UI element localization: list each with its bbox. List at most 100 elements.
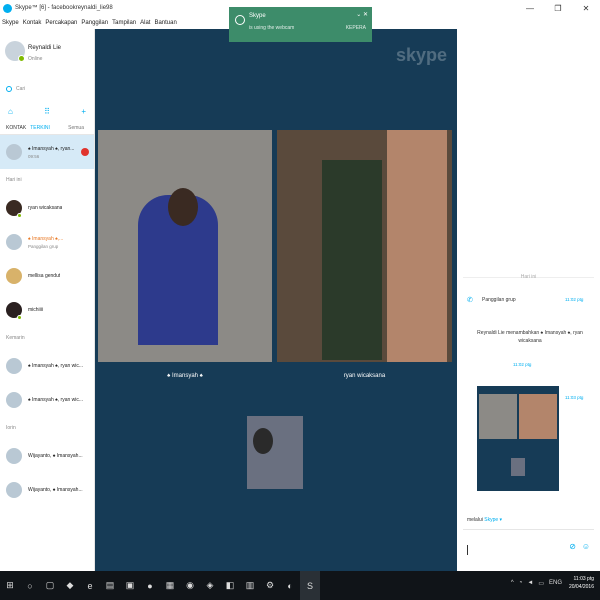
edge-icon[interactable]: e	[80, 571, 100, 600]
profile[interactable]: Reynaldi Lie Online	[0, 29, 94, 77]
avatar	[6, 482, 22, 498]
network-icon[interactable]: ◔	[519, 580, 523, 587]
search-bar[interactable]: Cari	[0, 77, 94, 101]
video-call-area: skype ♠ Imansyah ♠ ryan wicaksana	[95, 29, 457, 571]
phone-icon: ✆	[467, 297, 473, 304]
menu-tools[interactable]: Alat	[140, 20, 150, 26]
webcam-notification[interactable]: Skype is using the webcam KEPERA ⌄ ✕	[229, 7, 372, 42]
avatar	[6, 144, 22, 160]
language-indicator[interactable]: ENG	[549, 580, 562, 587]
online-status-icon	[17, 213, 22, 218]
tab-contacts[interactable]: KONTAK	[6, 125, 26, 131]
battery-icon[interactable]: ▭	[538, 580, 544, 587]
participant-name-2: ryan wicaksana	[343, 373, 386, 379]
app-icon[interactable]: ◆	[60, 571, 80, 600]
skype-icon	[235, 15, 245, 25]
system-message: Reynaldi Lie menambahkan ♠ Imansyah ♠, r…	[477, 330, 583, 344]
search-icon	[6, 86, 12, 92]
app-icon[interactable]: ◈	[200, 571, 220, 600]
section-yesterday: Kemarin	[6, 335, 25, 341]
sidebar: Reynaldi Lie Online Cari ⌂ ⠿ + KONTAK TE…	[0, 29, 95, 571]
notification-right: KEPERA	[345, 25, 366, 31]
dialpad-icon[interactable]: ⠿	[44, 107, 50, 116]
store-icon[interactable]: ▣	[120, 571, 140, 600]
avatar	[6, 392, 22, 408]
via-skype-dropdown[interactable]: Skype ▾	[484, 517, 502, 523]
menu-help[interactable]: Bantuan	[154, 20, 176, 26]
search-icon[interactable]: ○	[20, 571, 40, 600]
notification-title: Skype	[249, 13, 266, 19]
menu-view[interactable]: Tampilan	[112, 20, 136, 26]
avatar	[6, 358, 22, 374]
list-item[interactable]: ♠ Imansyah ♠,... Panggilan grup	[0, 225, 94, 259]
taskbar: ⊞ ○ ▢ ◆ e ▤ ▣ ● ▦ ◉ ◈ ◧ ▥ ⚙ ◐ S ^ ◔ ◄ ▭ …	[0, 571, 600, 600]
list-item[interactable]: michiiii	[0, 293, 94, 327]
close-icon[interactable]: ✕	[572, 0, 600, 16]
avatar	[6, 268, 22, 284]
skype-logo-icon	[3, 3, 12, 13]
minimize-icon[interactable]: —	[516, 0, 544, 16]
maximize-icon[interactable]: ❐	[544, 0, 572, 16]
notification-controls[interactable]: ⌄ ✕	[356, 11, 368, 18]
skype-window: Skype™ [6] - facebookreynaldi_lie98 — ❐ …	[0, 0, 600, 600]
participant-video-1[interactable]	[98, 130, 272, 362]
call-snapshot-thumbnail[interactable]	[477, 386, 559, 491]
filter-dropdown[interactable]: Semua	[68, 125, 84, 131]
tray-chevron-icon[interactable]: ^	[511, 580, 514, 587]
self-video-preview[interactable]	[247, 416, 303, 489]
system-tray: ^ ◔ ◄ ▭ ENG	[506, 580, 562, 587]
end-call-icon[interactable]	[81, 148, 89, 156]
list-item[interactable]: ♠ Imansyah ♠, ryan... 09:56	[0, 135, 94, 169]
settings-icon[interactable]: ⚙	[260, 571, 280, 600]
list-item[interactable]: Wijayanto, ♠ Imansyah...	[0, 439, 94, 473]
list-item[interactable]: ryan wicaksana	[0, 191, 94, 225]
skype-watermark: skype	[395, 45, 447, 65]
section-older: Iorin	[6, 425, 16, 431]
clock[interactable]: 11:03 ptg 20/04/2016	[569, 575, 594, 591]
file-explorer-icon[interactable]: ▤	[100, 571, 120, 600]
call-event: ✆ Panggilan grup	[467, 296, 516, 305]
start-icon[interactable]: ⊞	[0, 571, 20, 600]
menu-contacts[interactable]: Kontak	[23, 20, 42, 26]
list-item[interactable]: Wijayanto, ♠ Imansyah...	[0, 473, 94, 507]
notification-text: is using the webcam	[249, 25, 295, 31]
list-item[interactable]: ♠ Imansyah ♠, ryan wic...	[0, 349, 94, 383]
home-icon[interactable]: ⌂	[8, 107, 13, 116]
window-controls: — ❐ ✕	[516, 0, 600, 16]
list-item[interactable]: ♠ Imansyah ♠, ryan wic...	[0, 383, 94, 417]
avatar	[6, 234, 22, 250]
profile-status: Online	[28, 56, 43, 62]
search-input[interactable]: Cari	[16, 86, 25, 92]
online-status-icon	[17, 315, 22, 320]
attach-icon[interactable]: ⊘	[569, 542, 576, 551]
add-icon[interactable]: +	[81, 107, 86, 116]
skype-taskbar-icon[interactable]: S	[300, 571, 320, 600]
chat-panel: Hari ini ✆ Panggilan grup 11:02 ptg Reyn…	[457, 29, 600, 571]
list-item[interactable]: mellisa gendut	[0, 259, 94, 293]
menu-conversations[interactable]: Percakapan	[45, 20, 77, 26]
section-today: Hari ini	[6, 177, 22, 183]
tab-recent[interactable]: TERKINI	[30, 125, 50, 131]
emoticon-icon[interactable]: ☺	[582, 542, 590, 551]
window-title: Skype™ [6] - facebookreynaldi_lie98	[15, 5, 113, 11]
app-icon[interactable]: ◐	[280, 571, 300, 600]
online-status-icon	[18, 55, 25, 62]
app-icon[interactable]: ◧	[220, 571, 240, 600]
contact-tabs: KONTAK TERKINI Semua	[0, 121, 94, 135]
message-input[interactable]: ⊘ ☺	[463, 529, 594, 565]
menu-skype[interactable]: Skype	[2, 20, 19, 26]
timestamp: 11:02 ptg	[565, 297, 584, 302]
participant-video-2[interactable]	[277, 130, 452, 362]
participant-name-1: ♠ Imansyah ♠	[167, 373, 203, 379]
task-view-icon[interactable]: ▢	[40, 571, 60, 600]
app-icon[interactable]: ◉	[180, 571, 200, 600]
avatar	[6, 448, 22, 464]
menu-calls[interactable]: Panggilan	[81, 20, 108, 26]
app-icon[interactable]: ▦	[160, 571, 180, 600]
timestamp: 11:03 ptg	[565, 395, 584, 400]
nav-icons: ⌂ ⠿ +	[0, 101, 94, 121]
app-icon[interactable]: ▥	[240, 571, 260, 600]
via-label: melalui Skype ▾	[467, 517, 503, 523]
firefox-icon[interactable]: ●	[140, 571, 160, 600]
volume-icon[interactable]: ◄	[527, 580, 533, 587]
